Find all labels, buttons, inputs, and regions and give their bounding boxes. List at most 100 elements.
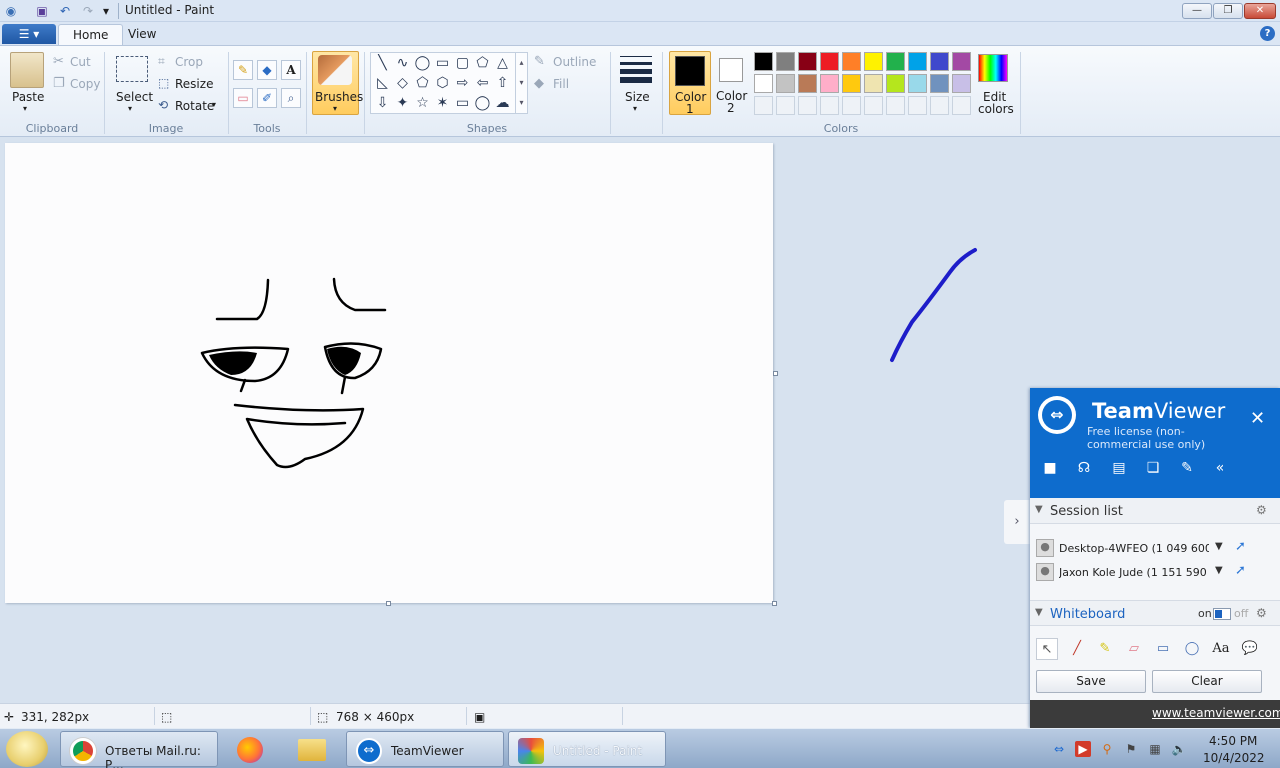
edit-colors-button-line2[interactable]: colors (978, 102, 1014, 116)
session-dropdown-icon[interactable]: ▼ (1215, 565, 1223, 576)
highlighter-tool-icon[interactable]: ✎ (1094, 638, 1116, 660)
file-menu-button[interactable]: ☰ ▾ (2, 24, 56, 44)
shape-option[interactable]: ⬠ (474, 55, 491, 72)
session-list-header[interactable]: ▼ Session list ⚙ (1030, 498, 1280, 524)
copy-button[interactable]: Copy (70, 77, 100, 91)
palette-swatch-empty[interactable] (754, 96, 773, 115)
cut-button[interactable]: Cut (70, 55, 91, 69)
tab-view[interactable]: View (114, 24, 170, 46)
clock-time[interactable]: 4:50 PM (1209, 734, 1257, 748)
palette-swatch-empty[interactable] (864, 96, 883, 115)
palette-swatch[interactable] (908, 52, 927, 71)
shape-option[interactable]: ⇦ (474, 75, 491, 92)
outline-button[interactable]: Outline (553, 55, 596, 69)
search-tray-icon[interactable]: ⚲ (1099, 741, 1115, 757)
text-tool-icon[interactable]: Aa (1210, 638, 1232, 660)
shape-option[interactable]: ▢ (454, 55, 471, 72)
palette-swatch-empty[interactable] (798, 96, 817, 115)
palette-swatch[interactable] (842, 74, 861, 93)
clock-date[interactable]: 10/4/2022 (1203, 751, 1265, 765)
select-button[interactable]: Select (116, 90, 153, 104)
session-dropdown-icon[interactable]: ▼ (1215, 541, 1223, 552)
palette-swatch-empty[interactable] (820, 96, 839, 115)
shape-option[interactable]: ╲ (374, 55, 391, 72)
customize-quick-access-icon[interactable]: ▾ (98, 3, 114, 19)
palette-swatch-empty[interactable] (908, 96, 927, 115)
shape-option[interactable]: ☁ (494, 95, 511, 112)
rectangle-tool-icon[interactable]: ▭ (1152, 638, 1174, 660)
shape-option[interactable]: ◇ (394, 75, 411, 92)
whiteboard-settings-icon[interactable]: ⚙ (1256, 606, 1267, 620)
whiteboard-save-button[interactable]: Save (1036, 670, 1146, 693)
shape-option[interactable]: ⇨ (454, 75, 471, 92)
palette-swatch-empty[interactable] (776, 96, 795, 115)
speech-bubble-tool-icon[interactable]: 💬 (1239, 638, 1261, 660)
rotate-button[interactable]: Rotate (175, 99, 214, 113)
session-row[interactable]: ● Jaxon Kole Jude (1 151 590 81 ▼ ➚ (1036, 562, 1274, 582)
remote-control-icon[interactable]: ➚ (1235, 563, 1246, 578)
shape-option[interactable]: ◺ (374, 75, 391, 92)
select-icon[interactable] (116, 56, 148, 82)
paint-app-icon[interactable]: ◉ (3, 3, 19, 19)
taskbar-item-teamviewer[interactable]: ⇔ TeamViewer (346, 731, 504, 767)
headset-icon[interactable]: ☊ (1074, 460, 1094, 478)
shape-option[interactable]: ⇩ (374, 95, 391, 112)
palette-swatch[interactable] (864, 52, 883, 71)
rotate-dropdown-icon[interactable]: ▾ (212, 100, 216, 109)
eraser-tool-icon[interactable]: ▱ (1123, 638, 1145, 660)
minimize-button[interactable]: — (1182, 3, 1212, 19)
shape-option[interactable]: ◯ (474, 95, 491, 112)
paste-icon[interactable] (10, 52, 44, 88)
shape-option[interactable]: ▭ (454, 95, 471, 112)
teamviewer-close-icon[interactable]: ✕ (1250, 408, 1265, 429)
paste-button[interactable]: Paste (12, 90, 44, 104)
shape-option[interactable]: ◯ (414, 55, 431, 72)
palette-swatch-empty[interactable] (886, 96, 905, 115)
shape-option[interactable]: ☆ (414, 95, 431, 112)
select-dropdown-icon[interactable]: ▾ (128, 104, 132, 113)
palette-swatch[interactable] (930, 74, 949, 93)
drawing-canvas[interactable] (5, 143, 778, 606)
flag-tray-icon[interactable]: ⚑ (1123, 741, 1139, 757)
fill-bucket-icon[interactable]: ◆ (257, 60, 277, 80)
record-tray-icon[interactable]: ▶ (1075, 741, 1091, 757)
palette-swatch[interactable] (886, 74, 905, 93)
collapse-icon[interactable]: « (1210, 460, 1230, 478)
volume-tray-icon[interactable]: 🔈 (1171, 741, 1187, 757)
shape-option[interactable]: ∿ (394, 55, 411, 72)
network-tray-icon[interactable]: ▦ (1147, 741, 1163, 757)
palette-swatch[interactable] (952, 74, 971, 93)
text-tool-icon[interactable]: A (281, 60, 301, 80)
teamviewer-link[interactable]: www.teamviewer.com (1152, 706, 1280, 720)
resize-handle-right[interactable] (773, 371, 778, 376)
palette-swatch[interactable] (754, 52, 773, 71)
teamviewer-expand-tab[interactable]: › (1004, 500, 1030, 544)
whiteboard-header[interactable]: ▼ Whiteboard on off ⚙ (1030, 600, 1280, 626)
whiteboard-toggle[interactable] (1213, 608, 1231, 620)
palette-swatch-empty[interactable] (952, 96, 971, 115)
whiteboard-tool-icon[interactable]: ✎ (1177, 460, 1197, 478)
color1-button[interactable]: Color 1 (669, 51, 711, 116)
taskbar-item-firefox[interactable] (226, 731, 278, 767)
undo-icon[interactable]: ↶ (57, 3, 73, 19)
remote-control-icon[interactable]: ➚ (1235, 539, 1246, 554)
edit-colors-icon[interactable] (978, 54, 1008, 82)
session-settings-icon[interactable]: ⚙ (1256, 503, 1267, 517)
taskbar-item-paint[interactable]: Untitled - Paint (508, 731, 666, 767)
palette-swatch[interactable] (864, 74, 883, 93)
teamviewer-tray-icon[interactable]: ⇔ (1051, 741, 1067, 757)
shape-option[interactable]: ▭ (434, 55, 451, 72)
color2-button[interactable]: Color 2 (713, 51, 751, 115)
maximize-button[interactable]: ❐ (1213, 3, 1243, 19)
help-icon[interactable]: ? (1260, 26, 1275, 41)
brushes-button[interactable]: Brushes ▾ (312, 51, 363, 115)
taskbar-item-chrome[interactable]: Ответы Mail.ru: Р... (60, 731, 218, 768)
palette-swatch[interactable] (754, 74, 773, 93)
palette-swatch[interactable] (798, 74, 817, 93)
palette-swatch[interactable] (930, 52, 949, 71)
magnifier-icon[interactable]: ⌕ (281, 88, 301, 108)
palette-swatch[interactable] (908, 74, 927, 93)
taskbar-item-explorer[interactable] (286, 731, 338, 767)
fill-shape-button[interactable]: Fill (553, 77, 569, 91)
palette-swatch[interactable] (776, 52, 795, 71)
